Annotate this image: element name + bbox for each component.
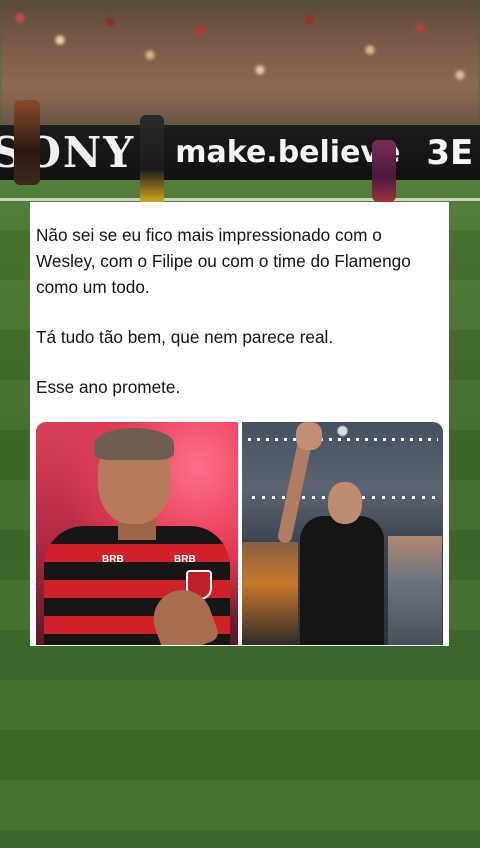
tweet-paragraph: Tá tudo tão bem, que nem parece real. bbox=[36, 327, 334, 347]
background-player bbox=[140, 115, 164, 205]
waving-hand bbox=[295, 422, 322, 450]
stadium-lights bbox=[247, 438, 438, 441]
adboard-extra: 3E bbox=[426, 132, 474, 173]
jersey-sponsor: BRB bbox=[102, 554, 124, 565]
photo-content bbox=[241, 422, 443, 645]
tweet-paragraph: Não sei se eu fico mais impressionado co… bbox=[36, 225, 411, 297]
photo-player-wesley[interactable]: BRB BRB bbox=[36, 422, 238, 645]
player-hair bbox=[94, 428, 174, 460]
tweet-paragraph: Esse ano promete. bbox=[36, 377, 181, 397]
photo-content: BRB BRB bbox=[36, 422, 238, 645]
photographers bbox=[241, 542, 298, 645]
adboard-tagline: make.believe bbox=[175, 135, 401, 170]
tweet-text: Não sei se eu fico mais impressionado co… bbox=[36, 222, 443, 400]
man-black-shirt bbox=[299, 516, 384, 645]
tweet-media: BRB BRB bbox=[36, 422, 443, 645]
stadium-crowd bbox=[0, 0, 480, 125]
pitch-line bbox=[0, 198, 480, 201]
background-player bbox=[14, 100, 40, 185]
background-player bbox=[372, 140, 396, 202]
jersey-sponsor: BRB bbox=[174, 554, 196, 565]
photo-filipe-waving[interactable] bbox=[241, 422, 443, 645]
tweet-card: Não sei se eu fico mais impressionado co… bbox=[30, 202, 449, 646]
photographers bbox=[387, 536, 442, 645]
man-head bbox=[327, 482, 362, 524]
advertising-board: SONY make.believe 3E bbox=[0, 125, 480, 180]
